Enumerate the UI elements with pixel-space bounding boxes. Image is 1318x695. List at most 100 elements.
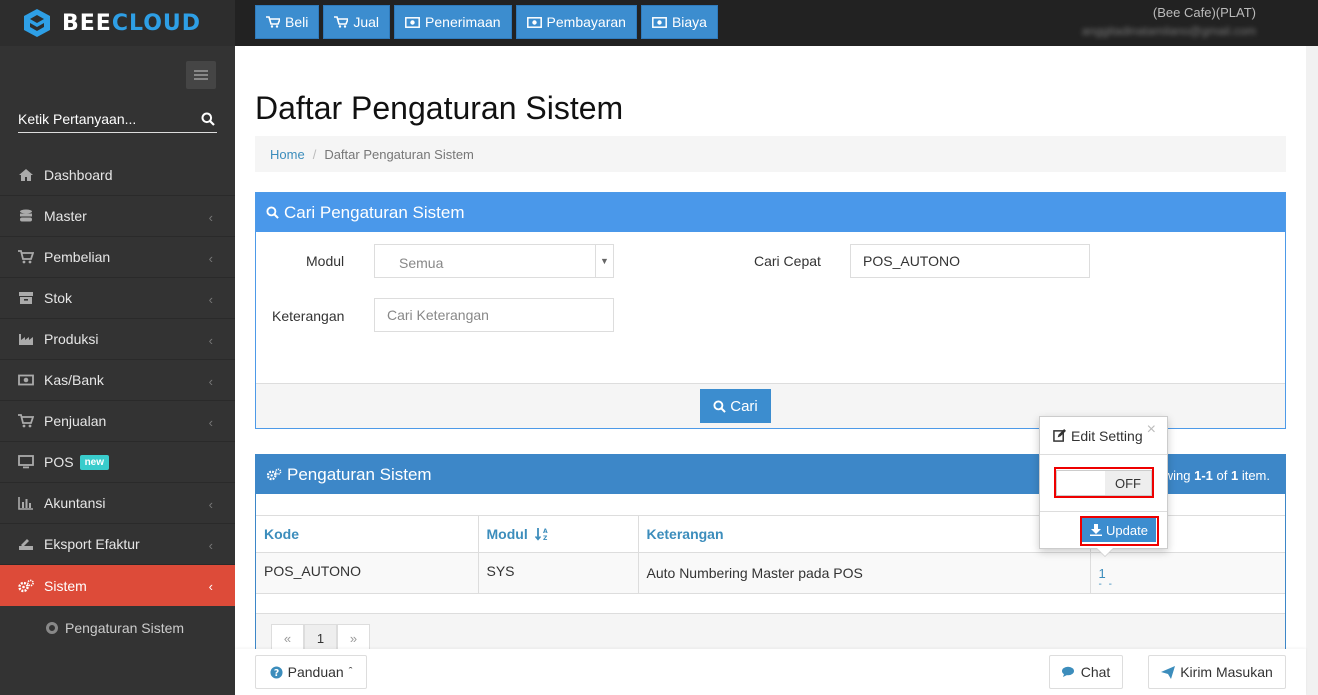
search-icon	[713, 399, 727, 413]
sidebar-item-kas-bank[interactable]: Kas/Bank ‹	[0, 360, 235, 401]
logo[interactable]: BEECLOUD	[0, 0, 235, 46]
chevron-left-icon: ‹	[208, 538, 213, 553]
sidebar-subitem-label: Pengaturan Sistem	[65, 620, 185, 636]
page-scrollbar[interactable]	[1306, 46, 1318, 695]
pembayaran-button[interactable]: Pembayaran	[515, 5, 637, 39]
pagination-page-1[interactable]: 1	[304, 624, 337, 652]
sidebar-item-label: Akuntansi	[44, 495, 106, 511]
cell-keterangan: Auto Numbering Master pada POS	[638, 552, 1091, 594]
sidebar-item-label: Dashboard	[44, 167, 113, 183]
breadcrumb: Home / Daftar Pengaturan Sistem	[255, 136, 1286, 172]
modul-label: Modul	[306, 253, 345, 269]
sidebar-item-sistem[interactable]: Sistem ‹	[0, 565, 243, 606]
search-panel-header: Cari Pengaturan Sistem	[256, 193, 1285, 232]
breadcrumb-separator: /	[312, 146, 317, 162]
biaya-button[interactable]: Biaya	[640, 5, 718, 39]
sidebar-item-pos[interactable]: POS new	[0, 442, 235, 483]
sidebar-item-dashboard[interactable]: Dashboard	[0, 155, 235, 196]
sidebar-item-akuntansi[interactable]: Akuntansi ‹	[0, 483, 235, 524]
edit-icon	[1053, 429, 1066, 442]
chevron-left-icon: ‹	[208, 292, 213, 307]
edit-setting-popover: Edit Setting × OFF Update	[1039, 416, 1168, 557]
cell-modul: SYS	[478, 552, 639, 594]
chevron-left-icon: ‹	[208, 210, 213, 225]
panduan-label: Panduan	[287, 664, 344, 680]
jual-label: Jual	[353, 14, 380, 30]
pagination-next[interactable]: »	[337, 624, 370, 652]
table-row: POS_AUTONO SYS Auto Numbering Master pad…	[256, 552, 1286, 594]
penerimaan-label: Penerimaan	[425, 14, 501, 30]
sidebar-item-produksi[interactable]: Produksi ‹	[0, 319, 235, 360]
keterangan-input[interactable]: Cari Keterangan	[374, 298, 614, 332]
column-header-kode[interactable]: Kode	[256, 515, 479, 553]
top-bar: BEECLOUD Beli Jual Penerimaan Pembayaran…	[0, 0, 1318, 46]
sidebar-item-master[interactable]: Master ‹	[0, 196, 235, 237]
svg-text:Z: Z	[543, 535, 548, 541]
sidebar-item-penjualan[interactable]: Penjualan ‹	[0, 401, 235, 442]
factory-icon	[19, 334, 33, 345]
kirim-masukan-button[interactable]: Kirim Masukan	[1148, 655, 1286, 689]
chevron-left-icon: ‹	[208, 579, 213, 594]
results-panel-title: Pengaturan Sistem	[287, 464, 432, 484]
beli-button[interactable]: Beli	[255, 5, 320, 39]
sidebar-search-input[interactable]: Ketik Pertanyaan...	[18, 111, 136, 127]
sidebar-item-label: Stok	[44, 290, 73, 306]
cari-button[interactable]: Cari	[700, 389, 771, 423]
pagination: « 1 »	[271, 624, 370, 652]
cari-cepat-input[interactable]: POS_AUTONO	[850, 244, 1090, 278]
jual-button[interactable]: Jual	[323, 5, 391, 39]
showing-range: 1-1	[1194, 468, 1213, 483]
sidebar-item-eksport-efaktur[interactable]: Eksport Efaktur ‹	[0, 524, 235, 565]
close-icon[interactable]: ×	[1147, 421, 1156, 439]
money-icon	[651, 16, 667, 28]
setting-value-dash: - -	[1098, 578, 1114, 590]
user-menu[interactable]: (Bee Cafe)(PLAT) anggitadinatamilano@gma…	[1082, 5, 1256, 38]
biaya-label: Biaya	[671, 14, 707, 30]
sidebar-item-label: POS	[44, 454, 74, 470]
sidebar-search[interactable]: Ketik Pertanyaan...	[18, 106, 217, 133]
popover-title: Edit Setting	[1071, 427, 1143, 444]
home-icon	[19, 169, 33, 181]
column-header-modul[interactable]: Modul AZ	[478, 515, 639, 553]
chevron-down-icon: ▼	[595, 245, 613, 277]
new-badge: new	[79, 454, 110, 470]
sidebar-item-pembelian[interactable]: Pembelian ‹	[0, 237, 235, 278]
sidebar-item-label: Kas/Bank	[44, 372, 104, 388]
bar-chart-icon	[18, 497, 33, 510]
sidebar-item-stok[interactable]: Stok ‹	[0, 278, 235, 319]
kirim-masukan-label: Kirim Masukan	[1180, 664, 1273, 680]
modul-select[interactable]: Semua ▼	[374, 244, 614, 278]
column-header-keterangan[interactable]: Keterangan	[638, 515, 1091, 553]
chevron-left-icon: ‹	[208, 251, 213, 266]
sidebar-subitem-pengaturan-sistem[interactable]: Pengaturan Sistem	[0, 606, 235, 650]
top-nav: Beli Jual Penerimaan Pembayaran Biaya	[255, 5, 718, 39]
sidebar-menu: Dashboard Master ‹ Pembelian ‹ Stok ‹ Pr…	[0, 155, 243, 650]
chevron-up-icon: ˆ	[348, 666, 353, 678]
cart-icon	[334, 16, 349, 28]
gears-icon	[266, 468, 282, 481]
bottom-bar: ? Panduan ˆ Chat Kirim Masukan	[235, 649, 1306, 695]
sidebar-item-label: Penjualan	[44, 413, 107, 429]
monitor-icon	[18, 455, 34, 469]
column-header-label: Kode	[264, 526, 299, 542]
modul-select-value: Semua	[399, 255, 444, 271]
column-header-label: Keterangan	[646, 526, 724, 542]
chevron-left-icon: ‹	[208, 497, 213, 512]
chat-button[interactable]: Chat	[1049, 655, 1123, 689]
search-icon[interactable]	[201, 112, 215, 126]
setting-value-link[interactable]: 1	[1099, 566, 1286, 581]
pagination-prev[interactable]: «	[271, 624, 304, 652]
sidebar-toggle-button[interactable]	[186, 61, 216, 89]
logo-text-cloud: CLOUD	[111, 10, 202, 36]
penerimaan-button[interactable]: Penerimaan	[394, 5, 512, 39]
breadcrumb-home-link[interactable]: Home	[270, 147, 305, 162]
panduan-button[interactable]: ? Panduan ˆ	[255, 655, 367, 689]
showing-suffix: item.	[1238, 468, 1270, 483]
sidebar-item-label: Pembelian	[44, 249, 111, 265]
database-icon	[20, 209, 32, 222]
send-icon	[1161, 665, 1176, 679]
money-icon	[405, 16, 420, 28]
sidebar-item-label: Eksport Efaktur	[44, 536, 140, 552]
chevron-left-icon: ‹	[208, 374, 213, 389]
popover-arrow-inner	[1097, 548, 1113, 556]
